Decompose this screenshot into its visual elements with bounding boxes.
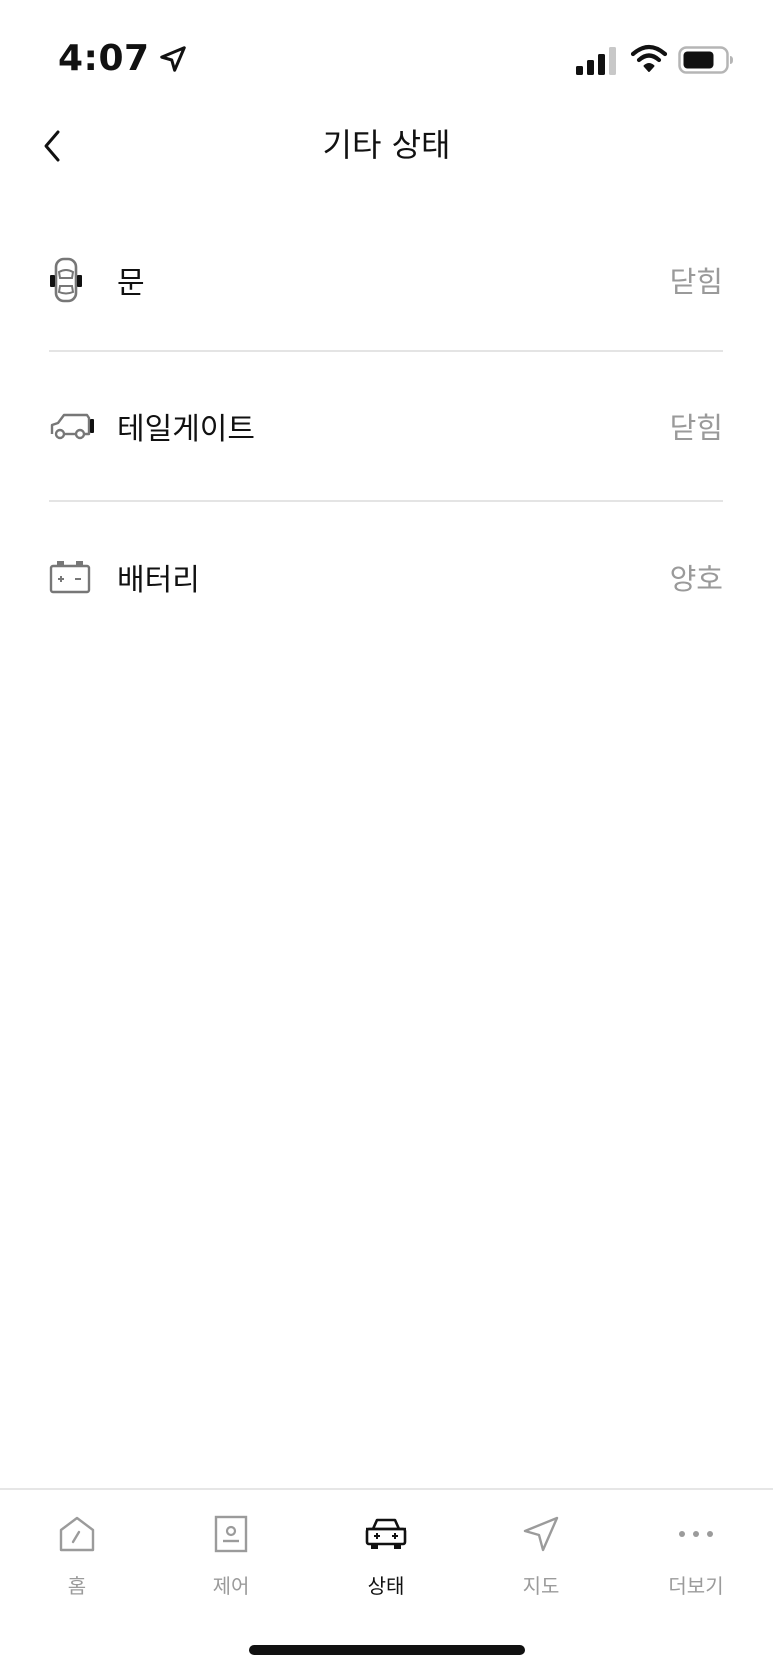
list-item-tailgate[interactable]: 테일게이트 닫힘 [49,352,723,502]
list-item-door[interactable]: 문 닫힘 [49,209,723,352]
page-title: 기타 상태 [322,126,451,164]
tab-control-label: 제어 [212,1574,250,1598]
cellular-signal-icon [576,47,616,75]
tab-home[interactable]: 홈 [0,1512,154,1612]
battery-value: 양호 [669,562,723,596]
tab-more[interactable]: 더보기 [619,1512,773,1612]
location-arrow-icon [159,45,186,72]
door-label: 문 [117,265,145,301]
navigation-icon [523,1516,559,1552]
tailgate-icon [50,413,94,440]
wifi-icon [630,44,668,72]
battery-icon [49,561,91,594]
battery-label: 배터리 [117,563,200,598]
door-icon [50,257,82,302]
door-value: 닫힘 [669,264,723,299]
tab-more-label: 더보기 [668,1574,724,1598]
list-item-battery[interactable]: 배터리 양호 [49,502,723,652]
status-bar: 4:07 [0,0,773,120]
car-status-icon [365,1518,407,1549]
tab-status-label: 상태 [367,1574,405,1598]
status-time-container: 4:07 [58,38,188,79]
home-icon [59,1516,95,1552]
tab-status[interactable]: 상태 [309,1512,463,1612]
status-list: 문 닫힘 테일게이트 닫힘 배터리 양호 [49,209,723,652]
screen: 4:07 기타 상태 문 닫힘 테일게이트 닫힘 배터리 양호 홈 제어 상태 … [0,0,773,1674]
status-time: 4:07 [58,38,150,79]
battery-status-icon [678,46,733,74]
tab-map-label: 지도 [522,1574,560,1598]
tab-home-label: 홈 [67,1574,87,1598]
tab-control[interactable]: 제어 [154,1512,308,1612]
tailgate-value: 닫힘 [669,411,723,445]
more-icon [679,1531,713,1537]
control-icon [214,1515,248,1553]
tab-map[interactable]: 지도 [464,1512,618,1612]
tailgate-label: 테일게이트 [117,412,255,447]
header: 기타 상태 [0,110,773,180]
home-indicator[interactable] [249,1645,525,1655]
